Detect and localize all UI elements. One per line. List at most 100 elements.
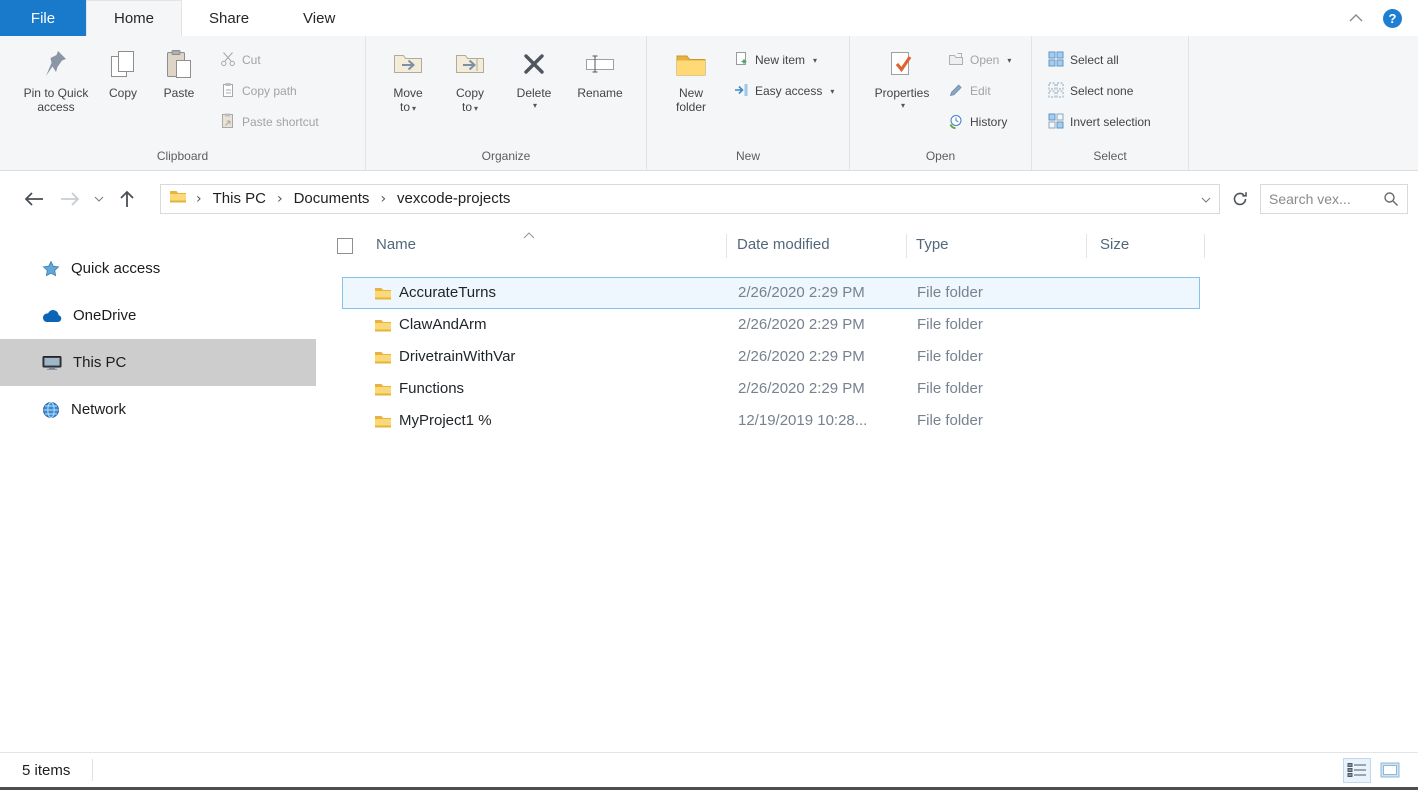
pin-to-quick-access-button[interactable]: Pin to Quick access <box>16 42 96 114</box>
navigation-pane: Quick access OneDrive This PC Network <box>0 225 316 752</box>
file-rows: AccurateTurns 2/26/2020 2:29 PM File fol… <box>342 277 1200 437</box>
items-count: 5 items <box>0 762 70 779</box>
dropdown-caret-icon: ▾ <box>412 104 416 113</box>
open-button[interactable]: Open ▾ <box>944 48 1015 72</box>
back-button[interactable] <box>16 183 52 215</box>
copy-path-icon <box>220 82 236 101</box>
cut-button[interactable]: Cut <box>216 48 323 72</box>
file-row-drivetrainwithvar[interactable]: DrivetrainWithVar 2/26/2020 2:29 PM File… <box>342 341 1200 373</box>
move-to-button[interactable]: Move to▾ <box>380 42 436 116</box>
group-label-open: Open <box>850 146 1031 170</box>
address-folder-icon <box>169 189 187 208</box>
paste-shortcut-button[interactable]: Paste shortcut <box>216 110 323 134</box>
folder-icon <box>374 350 392 369</box>
status-divider <box>92 759 93 781</box>
address-bar[interactable]: › This PC › Documents › vexcode-projects <box>160 184 1220 214</box>
onedrive-cloud-icon <box>42 309 62 323</box>
pin-icon <box>44 44 68 84</box>
copy-icon <box>110 44 136 84</box>
refresh-button[interactable] <box>1226 184 1254 214</box>
select-none-button[interactable]: Select none <box>1044 79 1155 103</box>
dropdown-caret-icon: ▾ <box>901 101 905 110</box>
chevron-down-icon <box>94 196 104 202</box>
dropdown-caret-icon: ▾ <box>813 56 817 65</box>
group-label-select: Select <box>1032 146 1188 170</box>
easy-access-button[interactable]: Easy access ▾ <box>729 79 838 103</box>
chevron-down-icon <box>1201 197 1211 203</box>
new-folder-button[interactable]: New folder <box>659 42 723 114</box>
sidebar-item-this-pc[interactable]: This PC <box>0 339 316 386</box>
sort-ascending-icon <box>523 226 535 243</box>
dropdown-caret-icon: ▾ <box>830 87 834 96</box>
history-icon <box>948 113 964 132</box>
edit-button[interactable]: Edit <box>944 79 1015 103</box>
file-row-functions[interactable]: Functions 2/26/2020 2:29 PM File folder <box>342 373 1200 405</box>
easy-access-icon <box>733 82 749 101</box>
collapse-ribbon-button[interactable] <box>1349 9 1363 27</box>
column-divider[interactable] <box>906 234 907 258</box>
group-label-organize: Organize <box>366 146 646 170</box>
address-dropdown-button[interactable] <box>1201 190 1211 208</box>
history-button[interactable]: History <box>944 110 1015 134</box>
copy-to-button[interactable]: Copy to▾ <box>442 42 498 116</box>
delete-icon <box>522 44 546 84</box>
breadcrumb-documents[interactable]: Documents <box>292 190 372 207</box>
select-all-button[interactable]: Select all <box>1044 48 1155 72</box>
rename-button[interactable]: Rename <box>568 42 632 100</box>
new-item-button[interactable]: New item ▾ <box>729 48 838 72</box>
column-divider[interactable] <box>1204 234 1205 258</box>
search-icon <box>1383 191 1399 207</box>
folder-icon <box>374 382 392 401</box>
thumbnails-view-button[interactable] <box>1376 758 1404 783</box>
properties-button[interactable]: Properties ▾ <box>864 42 940 110</box>
help-button[interactable]: ? <box>1383 9 1402 28</box>
select-all-checkbox[interactable] <box>337 238 353 254</box>
tab-share[interactable]: Share <box>182 0 276 36</box>
paste-button[interactable]: Paste <box>150 42 208 100</box>
column-header-date-modified[interactable]: Date modified <box>737 225 830 265</box>
help-icon: ? <box>1389 11 1397 26</box>
rename-icon <box>585 44 615 84</box>
tab-file[interactable]: File <box>0 0 86 36</box>
sidebar-item-quick-access[interactable]: Quick access <box>0 245 316 292</box>
view-toggles <box>1343 758 1418 783</box>
column-header-type[interactable]: Type <box>916 225 949 265</box>
ribbon-group-organize: Move to▾ Copy to▾ Delete ▾ <box>366 36 647 170</box>
main-area: Quick access OneDrive This PC Network Na… <box>0 225 1418 752</box>
navigation-bar: › This PC › Documents › vexcode-projects <box>0 172 1418 225</box>
delete-button[interactable]: Delete ▾ <box>506 42 562 110</box>
forward-button[interactable] <box>52 183 88 215</box>
column-divider[interactable] <box>726 234 727 258</box>
copy-to-icon <box>455 44 485 84</box>
sidebar-item-network[interactable]: Network <box>0 386 316 433</box>
file-row-myproject1[interactable]: MyProject1 % 12/19/2019 10:28... File fo… <box>342 405 1200 437</box>
open-icon <box>948 51 964 70</box>
column-divider[interactable] <box>1086 234 1087 258</box>
file-row-clawandarm[interactable]: ClawAndArm 2/26/2020 2:29 PM File folder <box>342 309 1200 341</box>
breadcrumb-vexcode-projects[interactable]: vexcode-projects <box>395 190 512 207</box>
details-view-button[interactable] <box>1343 758 1371 783</box>
new-item-icon <box>733 51 749 70</box>
tab-home[interactable]: Home <box>86 0 182 36</box>
up-button[interactable] <box>110 183 144 215</box>
paste-icon <box>166 44 192 84</box>
column-header-size[interactable]: Size <box>1100 225 1129 265</box>
quick-access-star-icon <box>42 260 60 278</box>
search-input[interactable] <box>1269 191 1383 207</box>
paste-shortcut-icon <box>220 113 236 132</box>
file-row-accurateturns[interactable]: AccurateTurns 2/26/2020 2:29 PM File fol… <box>342 277 1200 309</box>
copy-path-button[interactable]: Copy path <box>216 79 323 103</box>
copy-button[interactable]: Copy <box>96 42 150 100</box>
refresh-icon <box>1232 191 1248 207</box>
breadcrumb-this-pc[interactable]: This PC <box>211 190 268 207</box>
invert-selection-button[interactable]: Invert selection <box>1044 110 1155 134</box>
move-to-icon <box>393 44 423 84</box>
sidebar-item-onedrive[interactable]: OneDrive <box>0 292 316 339</box>
breadcrumb-separator-icon: › <box>187 191 211 207</box>
column-header-name[interactable]: Name <box>376 225 416 265</box>
tab-view[interactable]: View <box>276 0 362 36</box>
recent-locations-button[interactable] <box>88 183 110 215</box>
status-bar: 5 items <box>0 752 1418 787</box>
dropdown-caret-icon: ▾ <box>474 104 478 113</box>
ribbon-tab-bar: File Home Share View ? <box>0 0 1418 36</box>
